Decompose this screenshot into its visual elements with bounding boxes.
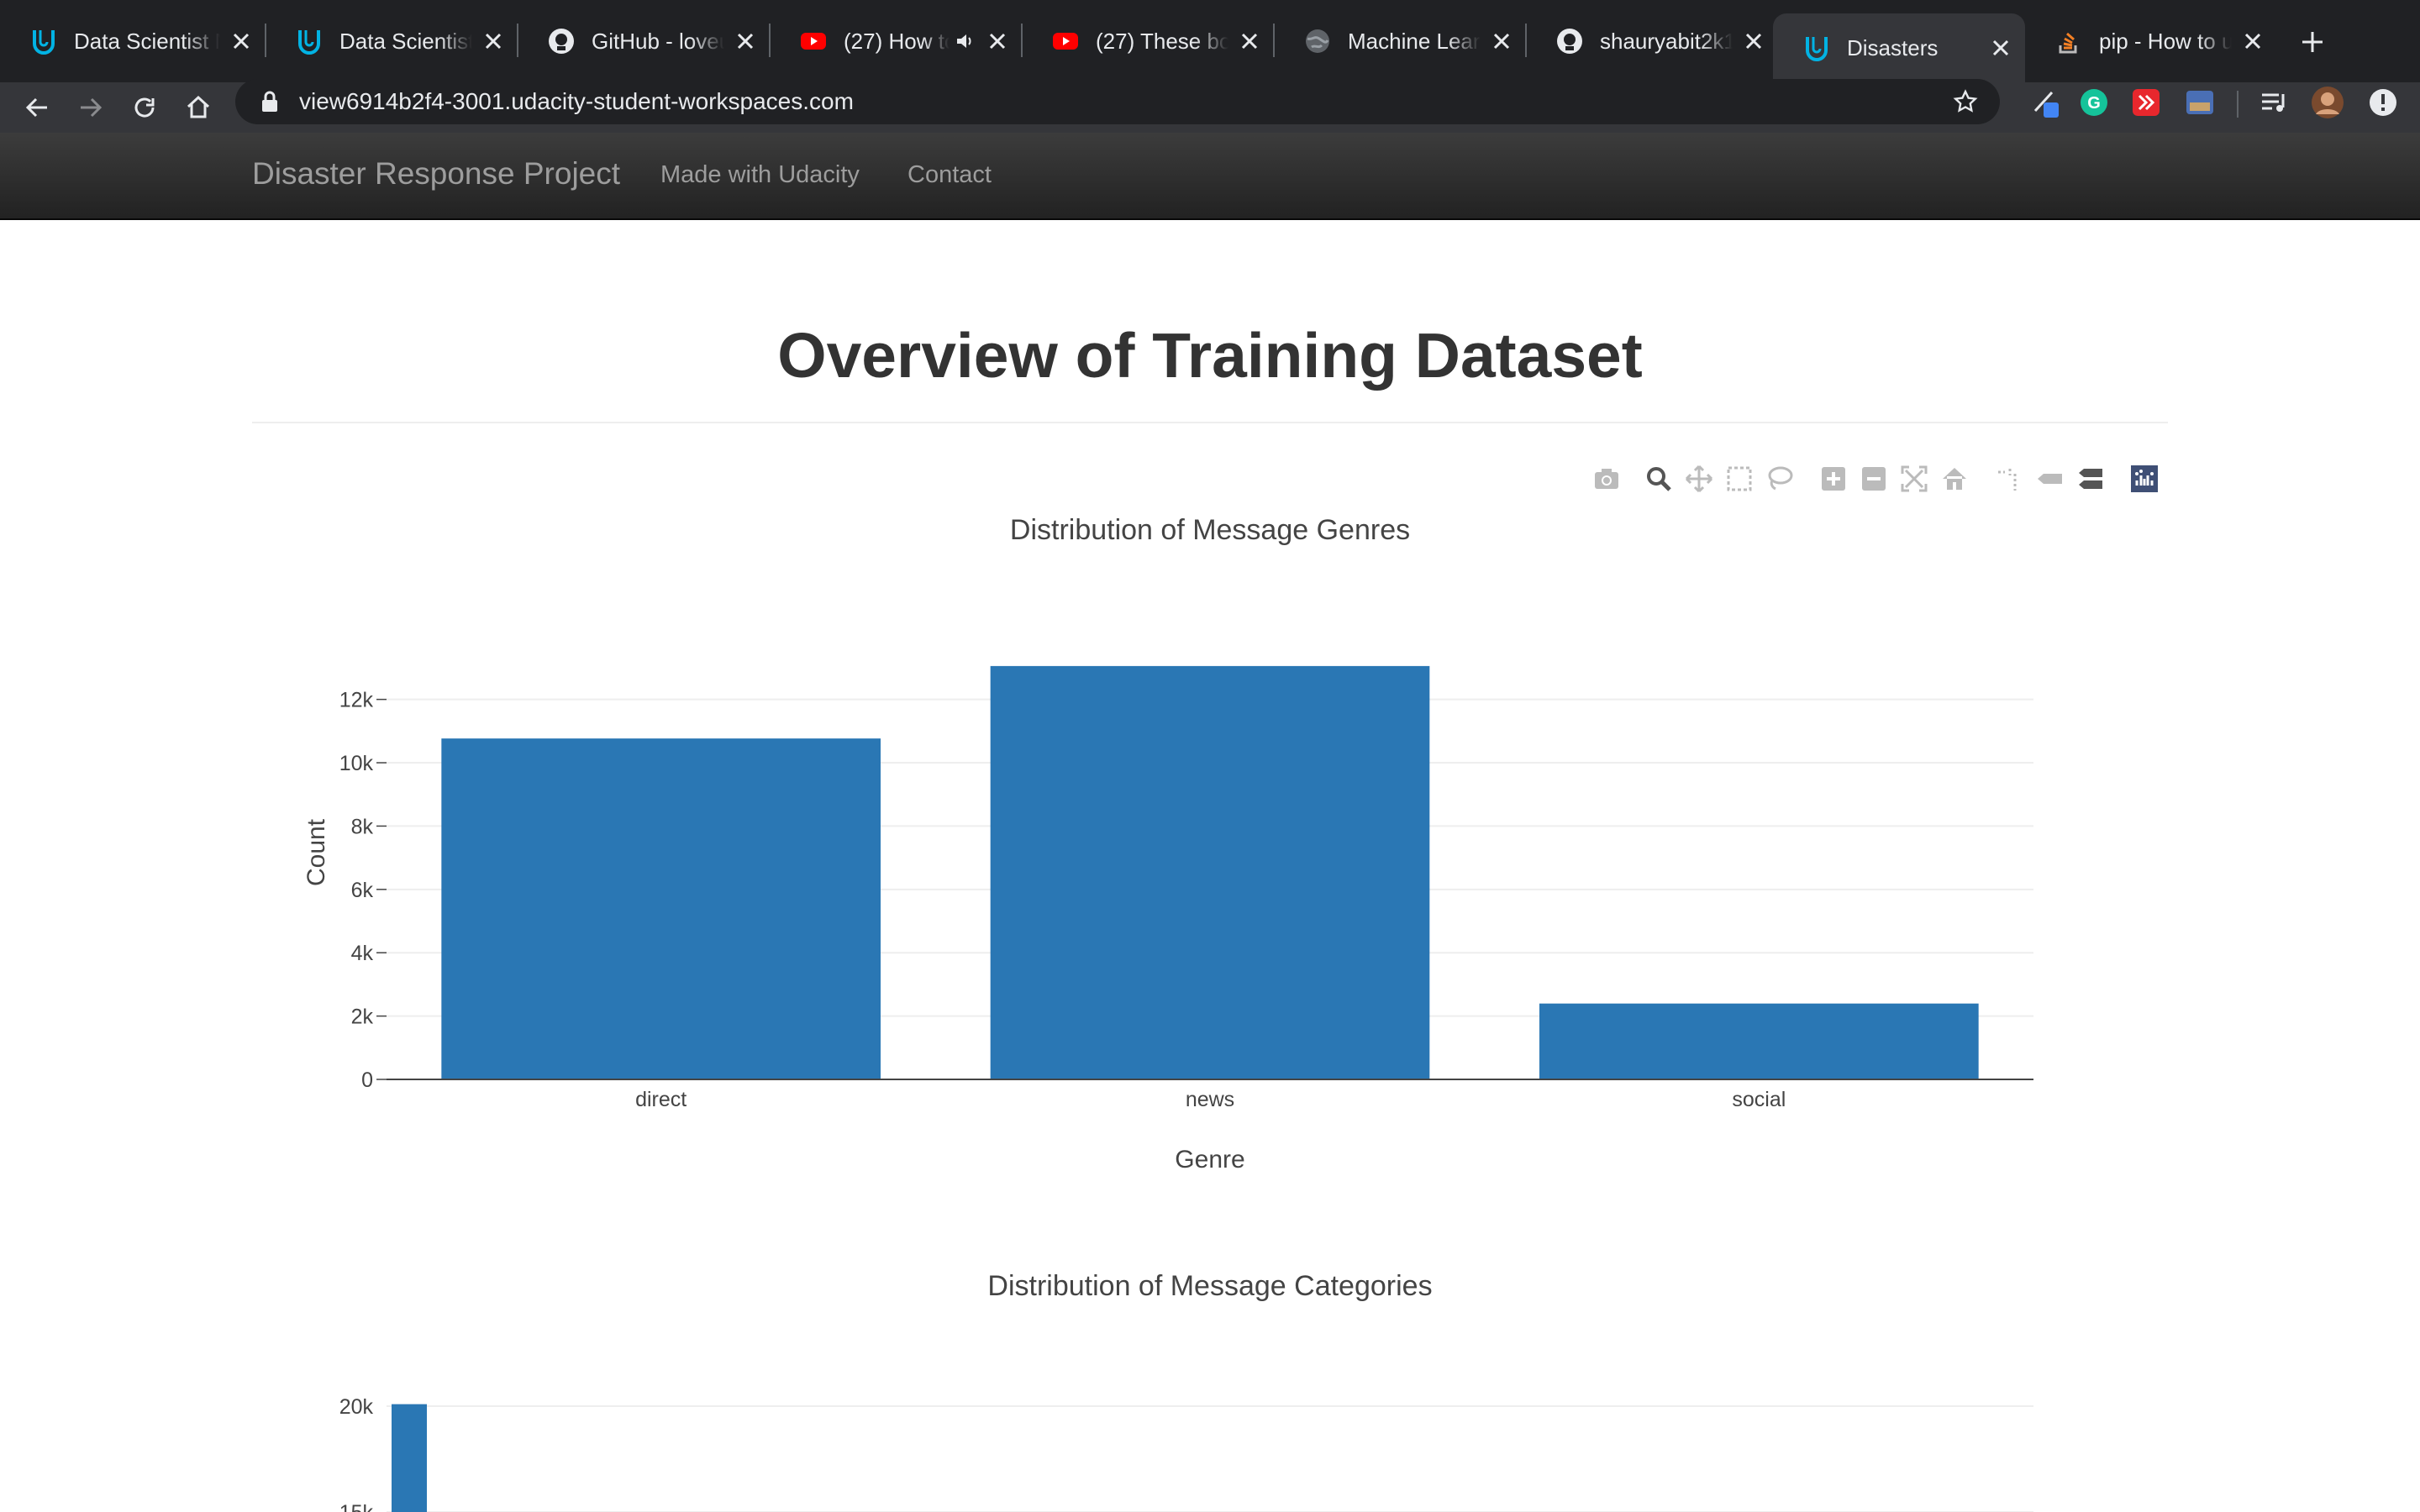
y-tick-label: 15k	[339, 1501, 374, 1512]
chart-categories: 15k 20k	[339, 1395, 2033, 1512]
y-tick-label: 20k	[339, 1395, 374, 1419]
bar-category[interactable]	[392, 1404, 427, 1512]
